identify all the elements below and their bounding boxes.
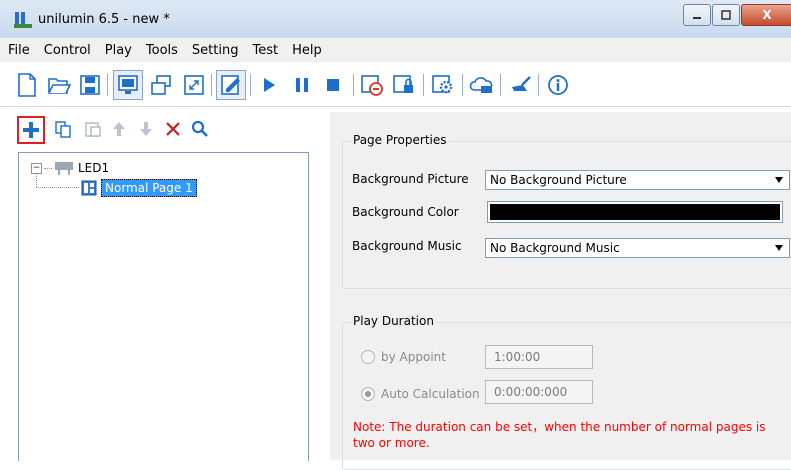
- new-file-icon: [18, 73, 36, 97]
- lock-button[interactable]: [389, 70, 419, 100]
- window-title: unilumin 6.5 - new *: [38, 12, 170, 27]
- brush-button[interactable]: [506, 70, 536, 100]
- maximize-icon: [721, 10, 731, 20]
- menu-play[interactable]: Play: [98, 43, 139, 58]
- add-icon: [23, 122, 39, 138]
- maximize-button[interactable]: [712, 4, 740, 26]
- collapse-icon[interactable]: −: [31, 162, 42, 174]
- menu-test[interactable]: Test: [245, 43, 285, 58]
- by-appoint-time-value: 1:00:00: [494, 350, 541, 364]
- save-button[interactable]: [75, 70, 105, 100]
- stop-icon: [327, 79, 339, 91]
- window-icon: [151, 75, 171, 95]
- search-icon: [191, 120, 208, 137]
- open-folder-icon: [48, 78, 71, 94]
- tree-label-normal-page-1: Normal Page 1: [101, 179, 197, 197]
- move-up-icon: [113, 122, 125, 136]
- info-button[interactable]: [543, 70, 573, 100]
- cloud-button[interactable]: [467, 70, 497, 100]
- settings-icon: [432, 75, 453, 94]
- minimize-button[interactable]: [683, 4, 711, 26]
- lock-icon: [393, 75, 413, 93]
- play-duration-title: Play Duration: [351, 314, 436, 328]
- close-button[interactable]: X: [741, 4, 791, 26]
- close-icon: X: [762, 8, 772, 22]
- pause-button[interactable]: [287, 70, 317, 100]
- menu-file[interactable]: File: [0, 43, 37, 58]
- menu-control[interactable]: Control: [37, 43, 98, 58]
- page-tree: − LED1 Normal Page 1: [18, 152, 309, 461]
- menu-tools[interactable]: Tools: [139, 43, 185, 58]
- screen-button[interactable]: [113, 70, 143, 100]
- copy-icon: [55, 121, 71, 138]
- menu-setting[interactable]: Setting: [185, 43, 246, 58]
- add-page-button[interactable]: [17, 116, 45, 144]
- menu-bar: File Control Play Tools Setting Test Hel…: [0, 38, 791, 62]
- stop-button[interactable]: [318, 70, 348, 100]
- page-list-toolbar: [0, 112, 320, 150]
- duration-note: Note: The duration can be set，when the n…: [353, 420, 766, 450]
- minimize-icon: [693, 17, 701, 19]
- play-duration-group: Play Duration by Appoint 1:00:00 Auto Ca…: [342, 314, 791, 470]
- auto-calculation-radio[interactable]: Auto Calculation: [361, 387, 480, 401]
- copy-page-button[interactable]: [50, 116, 76, 142]
- delete-icon: [166, 122, 180, 136]
- save-icon: [80, 75, 100, 95]
- auto-calculation-label: Auto Calculation: [381, 387, 480, 401]
- chevron-down-icon: [775, 177, 783, 183]
- bg-picture-value: No Background Picture: [490, 173, 627, 187]
- tree-label-led1: LED1: [78, 161, 110, 175]
- bg-music-value: No Background Music: [490, 241, 620, 255]
- cloud-icon: [469, 77, 493, 93]
- move-up-button[interactable]: [106, 116, 132, 142]
- timer-icon: [361, 75, 383, 96]
- settings-button[interactable]: [428, 70, 458, 100]
- brush-icon: [512, 76, 531, 91]
- move-down-button[interactable]: [133, 116, 159, 142]
- fullscreen-icon: [184, 75, 204, 95]
- play-button[interactable]: [254, 70, 284, 100]
- page-properties-group: Page Properties Background Picture No Ba…: [342, 133, 791, 289]
- tree-node-normal-page-1[interactable]: Normal Page 1: [81, 179, 197, 197]
- by-appoint-radio[interactable]: by Appoint: [361, 350, 446, 364]
- fullscreen-button[interactable]: [179, 70, 209, 100]
- play-icon: [264, 78, 275, 92]
- properties-panel: Page Properties Background Picture No Ba…: [330, 112, 791, 470]
- timer-button[interactable]: [357, 70, 387, 100]
- bg-music-label: Background Music: [352, 239, 462, 253]
- chevron-down-icon: [775, 245, 783, 251]
- bg-color-swatch[interactable]: [487, 201, 783, 223]
- title-bar: unilumin 6.5 - new * X: [0, 0, 791, 39]
- radio-unchecked-icon: [361, 350, 375, 364]
- new-file-button[interactable]: [12, 70, 42, 100]
- by-appoint-label: by Appoint: [381, 350, 446, 364]
- auto-calculation-time-field[interactable]: 0:00:00:000: [485, 380, 593, 404]
- menu-help[interactable]: Help: [285, 43, 329, 58]
- edit-button[interactable]: [216, 70, 246, 100]
- radio-checked-icon: [361, 387, 375, 401]
- paste-page-button[interactable]: [80, 116, 106, 142]
- edit-icon: [221, 75, 240, 95]
- search-button[interactable]: [187, 116, 213, 142]
- screen-icon: [118, 75, 138, 94]
- auto-calculation-time-value: 0:00:00:000: [494, 385, 568, 399]
- page-properties-title: Page Properties: [351, 133, 449, 147]
- bg-music-select[interactable]: No Background Music: [485, 238, 790, 258]
- led-screen-icon: [55, 162, 73, 175]
- window-button[interactable]: [146, 70, 176, 100]
- by-appoint-time-field[interactable]: 1:00:00: [485, 345, 593, 369]
- main-toolbar: [0, 62, 791, 107]
- tree-node-led1[interactable]: − LED1: [31, 161, 109, 175]
- bg-picture-select[interactable]: No Background Picture: [485, 170, 790, 190]
- delete-page-button[interactable]: [160, 116, 186, 142]
- page-layout-icon: [81, 180, 97, 196]
- open-button[interactable]: [44, 70, 74, 100]
- info-icon: [548, 75, 568, 95]
- bg-color-label: Background Color: [352, 205, 459, 219]
- paste-icon: [85, 122, 101, 137]
- move-down-icon: [140, 122, 152, 136]
- bg-picture-label: Background Picture: [352, 172, 469, 186]
- pause-icon: [296, 78, 308, 92]
- app-icon: [14, 12, 32, 28]
